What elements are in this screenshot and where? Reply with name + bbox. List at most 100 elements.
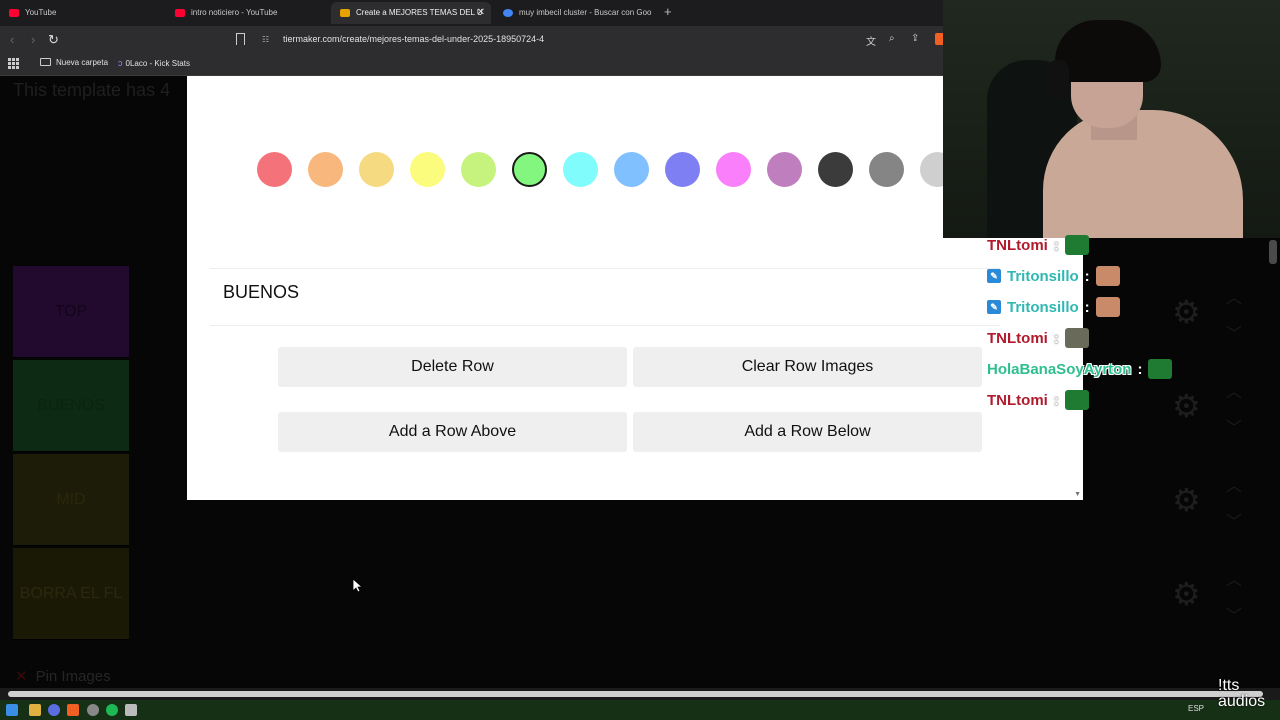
chat-emote-icon [1148, 359, 1173, 379]
reload-icon[interactable]: ↻ [48, 32, 59, 48]
row-label-text[interactable]: BUENOS [223, 282, 299, 303]
tab-intro-noticiero[interactable]: intro noticiero - YouTube [166, 2, 332, 24]
clear-row-images-button[interactable]: Clear Row Images [633, 347, 982, 387]
color-swatch[interactable] [512, 152, 547, 187]
url-field[interactable]: tiermaker.com/create/mejores-temas-del-u… [283, 34, 544, 44]
translate-icon[interactable]: 文 [866, 33, 876, 48]
chat-username[interactable]: TNLtomi [987, 392, 1048, 409]
mouse-cursor-icon [352, 578, 364, 598]
windows-taskbar: ESP [0, 700, 1280, 720]
chat-emote-icon [1064, 328, 1089, 348]
zoom-icon[interactable]: ⌕ [889, 33, 895, 44]
browser-tab-strip: YouTube intro noticiero - YouTube Create… [0, 0, 943, 26]
moderator-badge-icon: ✎ [987, 300, 1001, 314]
apps-grid-icon[interactable] [8, 58, 19, 69]
kick-icon: ɔ [118, 58, 123, 68]
chat-overlay: TNLtomi: ✎ Tritonsillo: ✎ Tritonsillo: TNLtom… [987, 234, 1247, 414]
tab-google-search[interactable]: muy imbecil cluster - Buscar con Goo [494, 2, 654, 24]
chat-message: TNLtomi: [987, 234, 1089, 256]
add-row-below-button[interactable]: Add a Row Below [633, 412, 982, 452]
app-icon[interactable] [125, 704, 137, 716]
address-bar-row: ‹ › ↻ ☷ tiermaker.com/create/mejores-tem… [0, 26, 943, 53]
tiermaker-icon [340, 9, 350, 17]
chevron-up-icon[interactable]: ︿ [1226, 472, 1242, 496]
pin-images-toggle[interactable]: ✕ Pin Images [15, 667, 111, 685]
color-swatch[interactable] [818, 152, 853, 187]
chevron-down-icon[interactable]: ﹀ [1226, 508, 1242, 532]
color-swatch[interactable] [563, 152, 598, 187]
color-swatch[interactable] [410, 152, 445, 187]
color-swatch[interactable] [869, 152, 904, 187]
color-swatch-list [257, 152, 957, 188]
chat-message: ✎ Tritonsillo: [987, 296, 1120, 318]
color-swatch[interactable] [716, 152, 751, 187]
chevron-down-icon[interactable]: ﹀ [1226, 414, 1242, 438]
chat-username[interactable]: Tritonsillo [1007, 299, 1079, 316]
chat-message: TNLtomi: [987, 389, 1089, 411]
tier-row-mid-label[interactable]: MID [13, 454, 129, 546]
brave-icon[interactable] [67, 704, 79, 716]
chat-emote-icon [1064, 390, 1089, 410]
chat-message: TNLtomi: [987, 327, 1089, 349]
chat-username[interactable]: TNLtomi [987, 237, 1048, 254]
headset [1047, 60, 1069, 100]
bookmarks-bar: Nueva carpeta ɔ 0Laco - Kick Stats [0, 53, 943, 76]
chat-message: ✎ Tritonsillo: [987, 265, 1120, 287]
site-settings-icon[interactable]: ☷ [262, 35, 269, 44]
bookmark-icon[interactable] [236, 33, 245, 45]
language-indicator[interactable]: ESP [1188, 704, 1204, 713]
color-swatch[interactable] [308, 152, 343, 187]
youtube-icon [175, 9, 185, 17]
tab-youtube[interactable]: YouTube [0, 2, 168, 24]
screen: This template has 4 TOP BUENOS MID BORRA… [0, 0, 1280, 720]
forward-icon[interactable]: › [31, 32, 35, 47]
horizontal-scrollbar[interactable] [0, 688, 1280, 700]
bookmark-kick-stats[interactable]: ɔ 0Laco - Kick Stats [118, 58, 190, 68]
chat-username[interactable]: HolaBanaSoyAyrton [987, 361, 1131, 378]
chat-username[interactable]: Tritonsillo [1007, 268, 1079, 285]
page-scrollbar[interactable] [1269, 240, 1277, 264]
share-icon[interactable]: ⇪ [911, 33, 919, 44]
close-icon: ✕ [15, 668, 28, 685]
color-swatch[interactable] [767, 152, 802, 187]
obs-icon[interactable] [87, 704, 99, 716]
bookmark-nueva-carpeta[interactable]: Nueva carpeta [40, 58, 108, 67]
moderator-badge-icon: ✎ [987, 269, 1001, 283]
chevron-down-icon[interactable]: ﹀ [1226, 602, 1242, 626]
youtube-icon [9, 9, 19, 17]
chat-username[interactable]: TNLtomi [987, 330, 1048, 347]
spotify-icon[interactable] [106, 704, 118, 716]
row-label-editor[interactable]: BUENOS [210, 268, 1000, 326]
chat-emote-icon [1095, 297, 1120, 317]
color-swatch[interactable] [359, 152, 394, 187]
tab-tiermaker[interactable]: Create a MEJORES TEMAS DEL U ✕ [331, 2, 491, 24]
back-icon[interactable]: ‹ [10, 32, 14, 47]
color-swatch[interactable] [665, 152, 700, 187]
start-icon[interactable] [6, 704, 18, 716]
color-swatch[interactable] [461, 152, 496, 187]
gear-icon[interactable]: ⚙ [1172, 484, 1204, 516]
webcam-overlay [943, 0, 1280, 238]
add-row-above-button[interactable]: Add a Row Above [278, 412, 627, 452]
delete-row-button[interactable]: Delete Row [278, 347, 627, 387]
tier-row-top-label[interactable]: TOP [13, 266, 129, 358]
gear-icon[interactable]: ⚙ [1172, 578, 1204, 610]
brave-shield-icon[interactable] [935, 33, 943, 45]
color-swatch[interactable] [614, 152, 649, 187]
discord-icon[interactable] [48, 704, 60, 716]
new-tab-button[interactable]: + [664, 4, 672, 19]
chevron-up-icon[interactable]: ︿ [1226, 566, 1242, 590]
close-icon[interactable]: ✕ [477, 2, 485, 24]
tier-row-borra-label[interactable]: BORRA EL FL [13, 548, 129, 640]
tier-row-buenos-label[interactable]: BUENOS [13, 360, 129, 452]
template-info-heading: This template has 4 [13, 80, 171, 100]
chat-emote-icon [1064, 235, 1089, 255]
google-icon [503, 9, 513, 17]
tts-watermark: !tts audios [1218, 677, 1266, 710]
chat-emote-icon [1095, 266, 1120, 286]
scroll-down-icon[interactable]: ▼ [1074, 491, 1081, 498]
folder-icon [40, 58, 51, 66]
file-explorer-icon[interactable] [29, 704, 41, 716]
chat-message: HolaBanaSoyAyrton: [987, 358, 1173, 380]
color-swatch[interactable] [257, 152, 292, 187]
